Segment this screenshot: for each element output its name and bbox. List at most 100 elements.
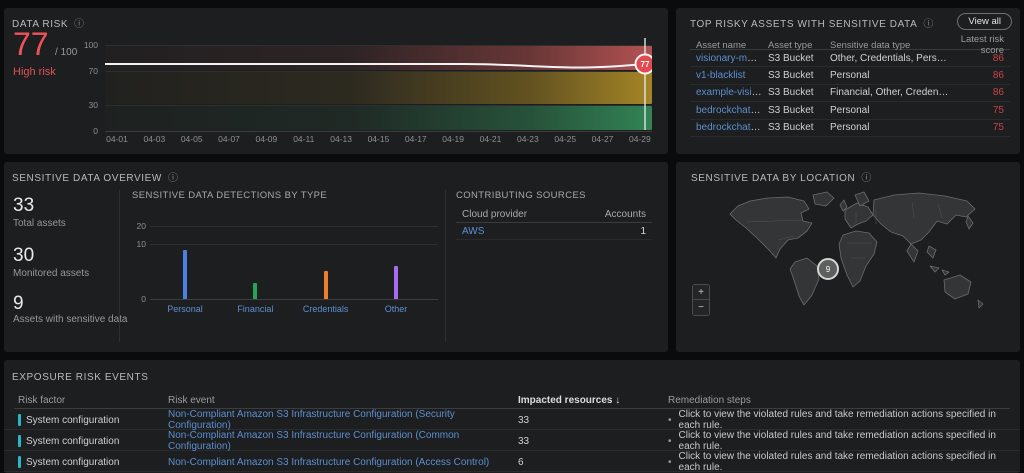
risk-score-cell: 86 bbox=[956, 53, 1004, 64]
category-label-financial[interactable]: Financial bbox=[237, 304, 273, 314]
top-assets-header: Asset name Asset type Sensitive data typ… bbox=[690, 34, 1010, 50]
remediation-cell: •Click to view the violated rules and ta… bbox=[668, 409, 1010, 431]
risk-score-cell: 75 bbox=[956, 105, 1004, 116]
table-row: example-visionary...S3 BucketFinancial, … bbox=[690, 85, 1010, 102]
risk-factor-label: System configuration bbox=[26, 415, 119, 426]
divider bbox=[445, 190, 446, 342]
asia bbox=[873, 193, 975, 244]
risk-event-link[interactable]: Non-Compliant Amazon S3 Infrastructure C… bbox=[168, 457, 518, 468]
new-zealand bbox=[978, 300, 983, 308]
india bbox=[907, 244, 918, 262]
south-america bbox=[790, 258, 819, 305]
x-tick-label: 04-01 bbox=[106, 134, 128, 144]
asset-name-link[interactable]: v1-blacklist bbox=[696, 70, 768, 81]
view-all-button[interactable]: View all bbox=[957, 13, 1012, 30]
info-icon[interactable]: ⓘ bbox=[168, 174, 178, 184]
risk-x-axis: 04-0104-0304-0504-0704-0904-1104-1304-15… bbox=[105, 134, 652, 146]
panel-exposure-risk-events: EXPOSURE RISK EVENTS Risk factor Risk ev… bbox=[4, 360, 1020, 473]
risk-line-chart: 77 bbox=[105, 34, 652, 136]
col-asset-name[interactable]: Asset name bbox=[696, 40, 768, 51]
gridline-20 bbox=[150, 226, 438, 227]
panel-sensitive-data-by-location: SENSITIVE DATA BY LOCATION ⓘ bbox=[676, 162, 1020, 352]
x-tick-label: 04-11 bbox=[293, 134, 314, 144]
zoom-in-button[interactable]: + bbox=[693, 285, 709, 300]
asset-name-link[interactable]: bedrockchatstack... bbox=[696, 122, 768, 133]
bar-personal[interactable] bbox=[183, 250, 187, 299]
x-tick-label: 04-25 bbox=[554, 134, 576, 144]
info-icon[interactable]: ⓘ bbox=[923, 20, 933, 30]
world-map-svg bbox=[716, 188, 1001, 316]
table-row: v1-blacklistS3 BucketPersonal86 bbox=[690, 67, 1010, 84]
stat-label: Assets with sensitive data bbox=[13, 314, 128, 325]
australia bbox=[944, 275, 971, 299]
stat-label: Monitored assets bbox=[13, 268, 89, 279]
risk-factor-bar-icon bbox=[18, 435, 21, 447]
y-tick-label: 20 bbox=[112, 221, 146, 231]
risk-factor-cell: System configuration bbox=[18, 414, 168, 426]
asset-name-link[interactable]: bedrockchatstack... bbox=[696, 105, 768, 116]
impacted-resources-cell: 6 bbox=[518, 457, 668, 468]
x-tick-label: 04-15 bbox=[368, 134, 390, 144]
map-zoom-controls: + − bbox=[692, 284, 710, 316]
risk-factor-label: System configuration bbox=[26, 436, 119, 447]
southeast-asia bbox=[927, 246, 936, 258]
impacted-resources-cell: 33 bbox=[518, 436, 668, 447]
remediation-text: Click to view the violated rules and tak… bbox=[679, 451, 1010, 473]
top-assets-title: TOP RISKY ASSETS WITH SENSITIVE DATA bbox=[690, 19, 917, 30]
sensitive-data-type-cell: Other, Credentials, Personal bbox=[830, 53, 956, 64]
panel-top-risky-assets: TOP RISKY ASSETS WITH SENSITIVE DATA ⓘ V… bbox=[676, 8, 1020, 154]
col-risk-event[interactable]: Risk event bbox=[168, 395, 518, 406]
col-remediation-steps[interactable]: Remediation steps bbox=[668, 395, 1010, 406]
sort-desc-icon: ↓ bbox=[615, 395, 620, 406]
col-impacted-resources[interactable]: Impacted resources ↓ bbox=[518, 395, 668, 406]
gridline-10 bbox=[150, 244, 438, 245]
exposure-title: EXPOSURE RISK EVENTS bbox=[12, 372, 148, 383]
risk-factor-label: System configuration bbox=[26, 457, 119, 468]
sensitive-data-type-cell: Financial, Other, Credentials,... bbox=[830, 87, 956, 98]
col-risk-factor[interactable]: Risk factor bbox=[18, 395, 168, 406]
cloud-provider-link[interactable]: AWS bbox=[462, 226, 586, 237]
sources-header: Cloud provider Accounts bbox=[456, 206, 652, 223]
x-tick-label: 04-21 bbox=[480, 134, 502, 144]
bar-credentials[interactable] bbox=[324, 271, 328, 299]
score-value: 77 bbox=[13, 26, 49, 62]
africa bbox=[839, 231, 877, 287]
x-tick-label: 04-03 bbox=[143, 134, 165, 144]
risk-factor-bar-icon bbox=[18, 414, 21, 426]
risk-event-link[interactable]: Non-Compliant Amazon S3 Infrastructure C… bbox=[168, 409, 518, 431]
col-accounts[interactable]: Accounts bbox=[586, 209, 646, 220]
risk-event-link[interactable]: Non-Compliant Amazon S3 Infrastructure C… bbox=[168, 430, 518, 452]
y-tick-label: 0 bbox=[64, 126, 98, 136]
marker-value: 77 bbox=[641, 60, 650, 69]
y-tick-label: 0 bbox=[112, 294, 146, 304]
asset-name-link[interactable]: example-visionary... bbox=[696, 87, 768, 98]
bar-other[interactable] bbox=[394, 266, 398, 299]
europe bbox=[845, 203, 873, 228]
asset-type-cell: S3 Bucket bbox=[768, 70, 830, 81]
category-label-credentials[interactable]: Credentials bbox=[303, 304, 349, 314]
impacted-resources-cell: 33 bbox=[518, 415, 668, 426]
x-tick-label: 04-29 bbox=[629, 134, 651, 144]
stat-value: 30 bbox=[13, 246, 34, 265]
bar-financial[interactable] bbox=[253, 283, 257, 299]
risk-score-cell: 86 bbox=[956, 87, 1004, 98]
col-cloud-provider[interactable]: Cloud provider bbox=[462, 209, 586, 220]
table-row: System configuration Non-Compliant Amazon… bbox=[4, 430, 1020, 451]
sensitive-data-type-cell: Personal bbox=[830, 105, 956, 116]
remediation-text: Click to view the violated rules and tak… bbox=[679, 430, 1010, 452]
panel-sensitive-data-overview: SENSITIVE DATA OVERVIEW ⓘ 33Total assets… bbox=[4, 162, 668, 352]
asset-name-link[interactable]: visionary-moment... bbox=[696, 53, 768, 64]
zoom-out-button[interactable]: − bbox=[693, 300, 709, 315]
risk-score-line bbox=[105, 64, 645, 68]
category-label-other[interactable]: Other bbox=[385, 304, 408, 314]
col-asset-type[interactable]: Asset type bbox=[768, 40, 830, 51]
risk-factor-bar-icon bbox=[18, 456, 21, 468]
category-label-personal[interactable]: Personal bbox=[167, 304, 203, 314]
world-map[interactable]: 9 bbox=[716, 188, 1001, 316]
col-data-type[interactable]: Sensitive data type bbox=[830, 40, 956, 51]
indonesia bbox=[930, 266, 949, 275]
sensitive-data-type-cell: Personal bbox=[830, 122, 956, 133]
asset-type-cell: S3 Bucket bbox=[768, 87, 830, 98]
map-bubble[interactable]: 9 bbox=[817, 258, 839, 280]
info-icon[interactable]: ⓘ bbox=[861, 174, 871, 184]
